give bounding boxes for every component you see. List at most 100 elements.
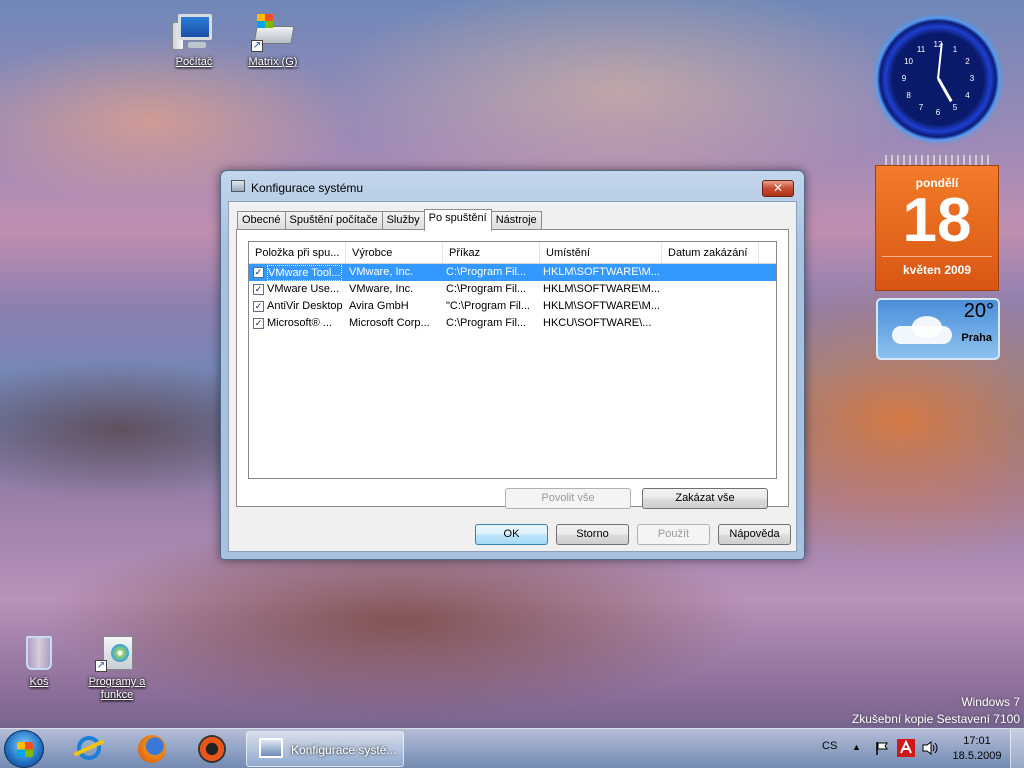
table-row[interactable]: ✓ VMware Use... VMware, Inc. C:\Program Fil…: [249, 281, 776, 298]
tab-services[interactable]: Služby: [381, 211, 425, 230]
action-center-flag-icon[interactable]: [874, 740, 890, 759]
clock-number: 6: [935, 108, 941, 117]
startup-item-cell: ✓ AntiVir Desktop: [249, 298, 346, 315]
dialog-title: Konfigurace systému: [251, 181, 364, 195]
column-header-command[interactable]: Příkaz: [443, 242, 540, 263]
avira-icon[interactable]: [897, 739, 915, 760]
startup-item-cell: ✓ VMware Use...: [249, 281, 346, 298]
startup-item-location: HKLM\SOFTWARE\M...: [543, 266, 660, 278]
taskbar-reason[interactable]: [188, 732, 232, 766]
clock-number: 2: [965, 57, 970, 66]
tab-boot[interactable]: Spuštění počítače: [284, 211, 383, 230]
disable-all-button[interactable]: Zakázat vše: [642, 488, 768, 509]
help-button[interactable]: Nápověda: [718, 524, 791, 545]
enable-all-button[interactable]: Povolit vše: [505, 488, 631, 509]
programs-icon: ↗: [95, 632, 139, 672]
column-header-location[interactable]: Umístění: [540, 242, 662, 263]
clock-number: 5: [952, 103, 958, 113]
taskbar-task-system-configuration[interactable]: Konfigurace systé...: [246, 731, 404, 767]
clock-number: 4: [965, 91, 970, 100]
startup-item-location: HKLM\SOFTWARE\M...: [543, 283, 660, 295]
column-header-item[interactable]: Položka při spu...: [249, 242, 346, 263]
taskbar-internet-explorer[interactable]: [66, 732, 110, 766]
startup-item-name: VMware Tool...: [267, 264, 342, 281]
cancel-button[interactable]: Storno: [556, 524, 629, 545]
clock-number: 10: [904, 57, 913, 66]
startup-items-list[interactable]: Položka při spu... Výrobce Příkaz Umístě…: [248, 241, 777, 479]
reason-icon: [198, 735, 226, 763]
startup-item-checkbox[interactable]: ✓: [253, 284, 264, 295]
startup-item-vendor: VMware, Inc.: [349, 266, 414, 278]
desktop-icon-matrix-drive[interactable]: ↗ Matrix (G): [238, 12, 308, 69]
startup-item-date-disabled: [662, 298, 759, 315]
recycle-bin-icon: [17, 632, 61, 672]
taskbar-firefox[interactable]: [128, 732, 172, 766]
cloud-icon: [892, 326, 952, 344]
startup-item-vendor: Avira GmbH: [349, 300, 409, 312]
startup-item-command: C:\Program Fil...: [446, 317, 527, 329]
startup-item-date-disabled: [662, 264, 759, 281]
internet-explorer-icon: [77, 736, 101, 760]
weather-city: Praha: [961, 332, 992, 344]
startup-item-cell: ✓ Microsoft® ...: [249, 315, 346, 332]
table-row[interactable]: ✓ Microsoft® ... Microsoft Corp... C:\Progr…: [249, 315, 776, 332]
tab-strip: Obecné Spuštění počítače Služby Po spušt…: [237, 209, 542, 231]
apply-button[interactable]: Použít: [637, 524, 710, 545]
taskbar: Konfigurace systé... CS ▲ 17:01 18.5.200…: [0, 728, 1024, 768]
ok-button[interactable]: OK: [475, 524, 548, 545]
watermark-line-2: Zkušební kopie Sestavení 7100: [851, 712, 1020, 726]
clock-number: 8: [906, 91, 911, 100]
table-row[interactable]: ✓ AntiVir Desktop Avira GmbH "C:\Program Fi…: [249, 298, 776, 315]
weather-gadget[interactable]: 20° Praha: [876, 298, 1000, 360]
startup-item-location: HKCU\SOFTWARE\...: [543, 317, 652, 329]
clock-gadget[interactable]: 12 1 2 3 4 5 6 7 8 9 10 11: [876, 17, 1000, 141]
startup-item-name: Microsoft® ...: [267, 317, 332, 329]
desktop-icon-label: Programy a funkce: [88, 676, 146, 701]
desktop-icon-recycle-bin[interactable]: Koš: [4, 632, 74, 689]
show-desktop-button[interactable]: [1010, 729, 1024, 768]
desktop-icon-programs[interactable]: ↗ Programy a funkce: [82, 632, 152, 702]
calendar-rings: [881, 155, 993, 165]
desktop-icon-label: Koš: [29, 676, 49, 688]
taskbar-date: 18.5.2009: [952, 750, 1002, 762]
watermark-line-1: Windows 7: [961, 695, 1020, 709]
column-header-date-disabled[interactable]: Datum zakázání: [662, 242, 759, 263]
startup-item-date-disabled: [662, 315, 759, 332]
tab-general[interactable]: Obecné: [237, 211, 286, 230]
calendar-gadget[interactable]: pondělí 18 květen 2009: [875, 155, 999, 291]
dialog-client-area: Obecné Spuštění počítače Služby Po spušt…: [228, 201, 797, 552]
desktop-icon-computer[interactable]: Počítač: [159, 12, 229, 69]
msconfig-icon: [259, 738, 283, 758]
weather-temperature: 20°: [963, 300, 994, 322]
startup-item-cell: ✓ VMware Tool...: [249, 264, 346, 281]
list-rows: ✓ VMware Tool... VMware, Inc. C:\Program Fi…: [249, 264, 776, 332]
language-indicator[interactable]: CS: [822, 740, 837, 752]
startup-item-checkbox[interactable]: ✓: [253, 267, 264, 278]
start-button[interactable]: [4, 730, 44, 768]
column-header-vendor[interactable]: Výrobce: [346, 242, 443, 263]
tab-tools[interactable]: Nástroje: [490, 211, 542, 230]
startup-item-date-disabled: [662, 281, 759, 298]
task-label: Konfigurace systé...: [291, 743, 397, 757]
startup-item-vendor: VMware, Inc.: [349, 283, 414, 295]
desktop-icon-label: Matrix (G): [248, 56, 298, 68]
table-row[interactable]: ✓ VMware Tool... VMware, Inc. C:\Program Fi…: [249, 264, 776, 281]
calendar-date: 18: [902, 186, 972, 255]
close-button[interactable]: ✕: [762, 180, 794, 197]
startup-item-name: AntiVir Desktop: [267, 300, 343, 312]
startup-item-checkbox[interactable]: ✓: [253, 318, 264, 329]
tab-startup[interactable]: Po spuštění: [423, 209, 492, 231]
startup-item-location: HKLM\SOFTWARE\M...: [543, 300, 660, 312]
computer-icon: [172, 12, 216, 52]
firefox-icon: [138, 735, 166, 763]
show-hidden-icons-button[interactable]: ▲: [852, 742, 861, 752]
calendar-month: květen 2009: [882, 256, 992, 277]
clock-number: 9: [901, 74, 907, 83]
system-configuration-dialog: Konfigurace systému ✕ Obecné Spuštění po…: [220, 170, 805, 560]
taskbar-clock[interactable]: 17:01 18.5.2009: [952, 734, 1002, 764]
calendar-sheet: pondělí 18 květen 2009: [875, 165, 999, 291]
startup-item-name: VMware Use...: [267, 283, 340, 295]
volume-icon[interactable]: [921, 740, 939, 759]
dialog-titlebar[interactable]: Konfigurace systému ✕: [221, 171, 804, 201]
startup-item-checkbox[interactable]: ✓: [253, 301, 264, 312]
